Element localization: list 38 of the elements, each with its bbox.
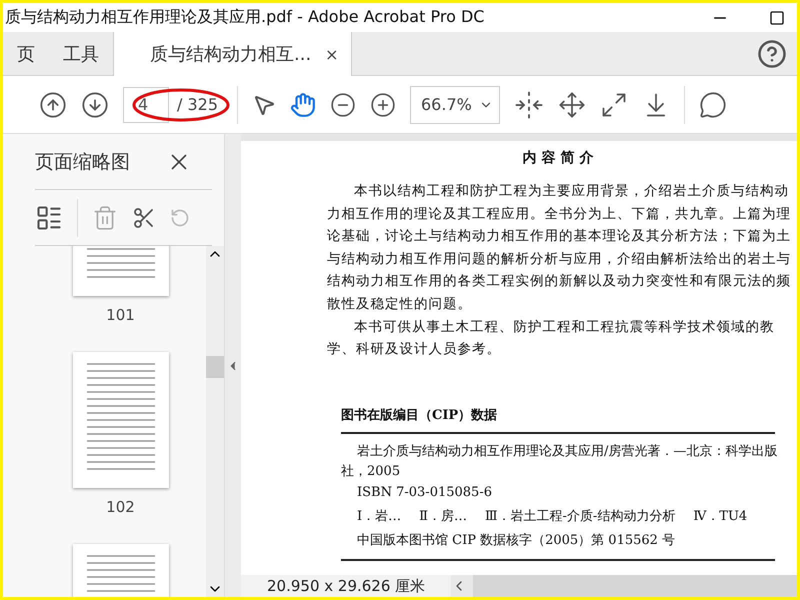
zoom-in-icon[interactable] <box>370 92 396 118</box>
cip-record-text: 中国版本图书馆 CIP 数据核字（2005）第 015562 号 <box>357 532 676 550</box>
page-number: 101 <box>106 306 135 324</box>
window-title: 质与结构动力相互作用理论及其应用.pdf - Adobe Acrobat Pro DC <box>5 7 484 28</box>
classification-text: Ⅳ．TU4 <box>693 508 748 526</box>
tab[interactable]: 页 <box>3 32 49 75</box>
page-thumbnail[interactable] <box>72 352 168 488</box>
page-number: 102 <box>106 498 135 516</box>
zoom-dropdown[interactable]: 66.7% <box>410 86 500 124</box>
classification-text: Ⅲ．岩土工程-介质-结构动力分析 <box>484 508 676 526</box>
move-icon[interactable] <box>558 90 586 118</box>
previous-page-icon[interactable] <box>39 90 67 118</box>
close-tab-button[interactable]: × <box>325 44 339 64</box>
paragraph: 本书可供从事土木工程、防护工程和工程抗震等科学技术领域的教学、科研及设计人员参考。 <box>327 318 776 360</box>
help-icon[interactable] <box>757 38 787 68</box>
paragraph: 本书以结构工程和防护工程为主要应用背景，介绍岩土介质与结构动力相互作用的理论及其工程应用。全书分为上、下篇，共九章。上篇为理论基础，讨论土与结构动力相互作用的基本理论及其分析方法；下篇为土与结构动力相互作用问题的解析分析与应用，介绍由解析法给出的岩土与结构动力相互作用的各类工程实例的新解以及动力突变性和有限元法的频散性及稳定性的问题。 <box>327 182 792 314</box>
page-total: / 325 <box>177 95 220 114</box>
comment-icon[interactable] <box>699 90 727 118</box>
tab[interactable]: 质与结构动力相互... × <box>113 32 352 76</box>
fit-width-icon[interactable] <box>514 90 544 120</box>
citation-text: 岩土介质与结构动力相互作用理论及其应用/房营光著．—北京：科学出版社，2005 <box>341 442 778 481</box>
cip-heading: 图书在版编目（CIP）数据 <box>341 406 498 424</box>
panel-title: 页面缩略图 <box>35 150 130 174</box>
scissors-icon[interactable] <box>132 206 156 230</box>
isbn-text: ISBN 7-03-015085-6 <box>357 484 493 502</box>
classification-text: Ⅱ．房… <box>419 508 467 526</box>
expand-icon[interactable] <box>600 90 628 118</box>
scrollbar[interactable] <box>206 246 224 597</box>
section-heading: 内 容 简 介 <box>522 149 594 167</box>
scroll-thumb[interactable] <box>206 356 224 378</box>
zoom-out-icon[interactable] <box>330 92 356 118</box>
classification-text: Ⅰ．岩… <box>357 508 402 526</box>
hand-icon[interactable] <box>290 92 316 118</box>
options-menu-icon[interactable] <box>35 204 63 232</box>
page-size: 20.950 x 29.626 厘米 <box>266 576 426 596</box>
tab[interactable]: 工具 <box>49 32 113 75</box>
next-page-icon[interactable] <box>81 90 109 118</box>
maximize-icon[interactable] <box>769 10 785 26</box>
